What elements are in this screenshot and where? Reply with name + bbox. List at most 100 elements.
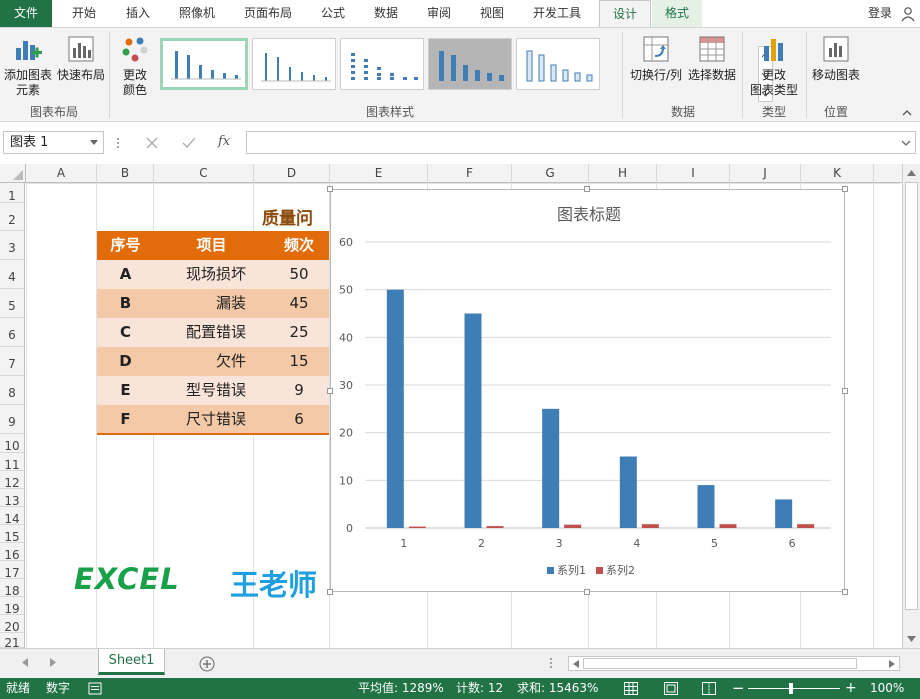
column-header[interactable]: J [730,164,801,183]
cell-freq[interactable]: 25 [269,318,329,347]
tab-insert[interactable]: 插入 [112,0,164,27]
change-colors-button[interactable]: 更改 颜色 [114,34,156,98]
quick-layout-button[interactable]: 快速布局 [56,34,106,83]
vertical-scrollbar[interactable] [902,164,920,648]
row-header[interactable]: 16 [0,543,25,562]
prev-sheet-icon[interactable] [22,658,28,667]
row-header[interactable]: 10 [0,434,25,453]
column-header[interactable]: D [254,164,330,183]
table-row[interactable]: C 配置错误 25 [97,318,329,347]
column-header[interactable]: C [154,164,254,183]
chart-style-4[interactable] [428,38,512,90]
tab-file[interactable]: 文件 [0,0,52,27]
resize-handle[interactable] [842,388,848,394]
column-header[interactable]: G [512,164,589,183]
tab-data[interactable]: 数据 [360,0,412,27]
row-header[interactable]: 5 [0,289,25,318]
zoom-level[interactable]: 100% [870,678,904,699]
cell-freq[interactable]: 6 [269,405,329,434]
row-header[interactable]: 11 [0,453,25,472]
move-chart-button[interactable]: 移动图表 [809,34,863,83]
row-header[interactable]: 2 [0,203,25,231]
row-header[interactable]: 6 [0,318,25,347]
tab-home[interactable]: 开始 [57,0,111,27]
row-header[interactable]: 4 [0,260,25,289]
table-row[interactable]: E 型号错误 9 [97,376,329,405]
tab-review[interactable]: 审阅 [413,0,465,27]
row-header[interactable]: 21 [0,633,25,650]
column-header[interactable]: E [330,164,428,183]
cell-no[interactable]: B [97,289,154,318]
table-row[interactable]: D 欠件 15 [97,347,329,376]
row-header[interactable]: 13 [0,489,25,508]
row-header[interactable]: 19 [0,597,25,616]
resize-handle[interactable] [327,388,333,394]
row-header[interactable]: 14 [0,507,25,526]
scroll-down-icon[interactable] [907,636,916,642]
zoom-out-icon[interactable]: − [732,678,745,699]
resize-handle[interactable] [327,186,333,192]
row-header[interactable]: 3 [0,231,25,260]
column-header[interactable]: A [26,164,97,183]
row-header[interactable]: 18 [0,579,25,598]
table-row[interactable]: F 尺寸错误 6 [97,405,329,434]
drag-handle-icon[interactable] [116,136,120,150]
add-chart-element-button[interactable]: 添加图表 元素 [2,34,54,98]
tab-view[interactable]: 视图 [466,0,518,27]
chart-area[interactable]: 图表标题 0 10 20 30 40 50 60 1 2 3 4 5 6 系列1 系列2 [330,189,845,592]
chart-style-5[interactable] [516,38,600,90]
change-chart-type-button[interactable]: 更改 图表类型 [745,34,803,98]
cell-freq[interactable]: 15 [269,347,329,376]
zoom-slider[interactable] [748,688,840,689]
row-header[interactable]: 20 [0,615,25,634]
cell-item[interactable]: 尺寸错误 [154,405,246,434]
scroll-left-icon[interactable] [573,660,579,668]
scroll-up-icon[interactable] [907,170,916,176]
horizontal-scrollbar[interactable] [568,656,900,671]
tab-page-layout[interactable]: 页面布局 [233,0,303,27]
horizontal-scroll-thumb[interactable] [583,658,857,669]
page-layout-view-icon[interactable] [664,682,678,695]
column-header[interactable]: B [97,164,154,183]
select-data-button[interactable]: 选择数据 [686,34,738,83]
resize-handle[interactable] [842,186,848,192]
cell-freq[interactable]: 9 [269,376,329,405]
user-icon[interactable] [900,6,916,22]
row-header[interactable]: 1 [0,183,25,203]
cell-item[interactable]: 型号错误 [154,376,246,405]
scroll-right-icon[interactable] [889,660,895,668]
cell-item[interactable]: 欠件 [154,347,246,376]
resize-handle[interactable] [584,186,590,192]
login-link[interactable]: 登录 [868,0,892,27]
vertical-scroll-thumb[interactable] [905,182,918,610]
tab-developer[interactable]: 开发工具 [520,0,594,27]
resize-handle[interactable] [327,589,333,595]
cell-no[interactable]: A [97,260,154,289]
cell-no[interactable]: E [97,376,154,405]
cell-freq[interactable]: 45 [269,289,329,318]
row-header[interactable]: 15 [0,525,25,544]
macro-record-icon[interactable] [88,682,102,695]
cell-no[interactable]: C [97,318,154,347]
cell-no[interactable]: D [97,347,154,376]
next-sheet-icon[interactable] [50,658,56,667]
chart-style-1[interactable] [160,38,248,90]
zoom-slider-thumb[interactable] [789,683,793,694]
cancel-icon[interactable] [146,137,158,149]
column-header[interactable]: I [657,164,730,183]
switch-row-column-button[interactable]: 切换行/列 [627,34,685,83]
row-header[interactable]: 17 [0,561,25,580]
collapse-ribbon-icon[interactable] [902,106,912,120]
select-all-corner[interactable] [0,164,26,183]
tab-design[interactable]: 设计 [599,0,651,28]
normal-view-icon[interactable] [624,682,638,695]
resize-handle[interactable] [842,589,848,595]
sheet-tab-sheet1[interactable]: Sheet1 [98,649,165,675]
table-row[interactable]: B 漏装 45 [97,289,329,318]
insert-function-button[interactable]: fx [218,134,230,149]
cell-item[interactable]: 漏装 [154,289,246,318]
row-header[interactable]: 8 [0,376,25,405]
column-header[interactable]: K [801,164,874,183]
tab-format[interactable]: 格式 [652,0,702,27]
cell-freq[interactable]: 50 [269,260,329,289]
